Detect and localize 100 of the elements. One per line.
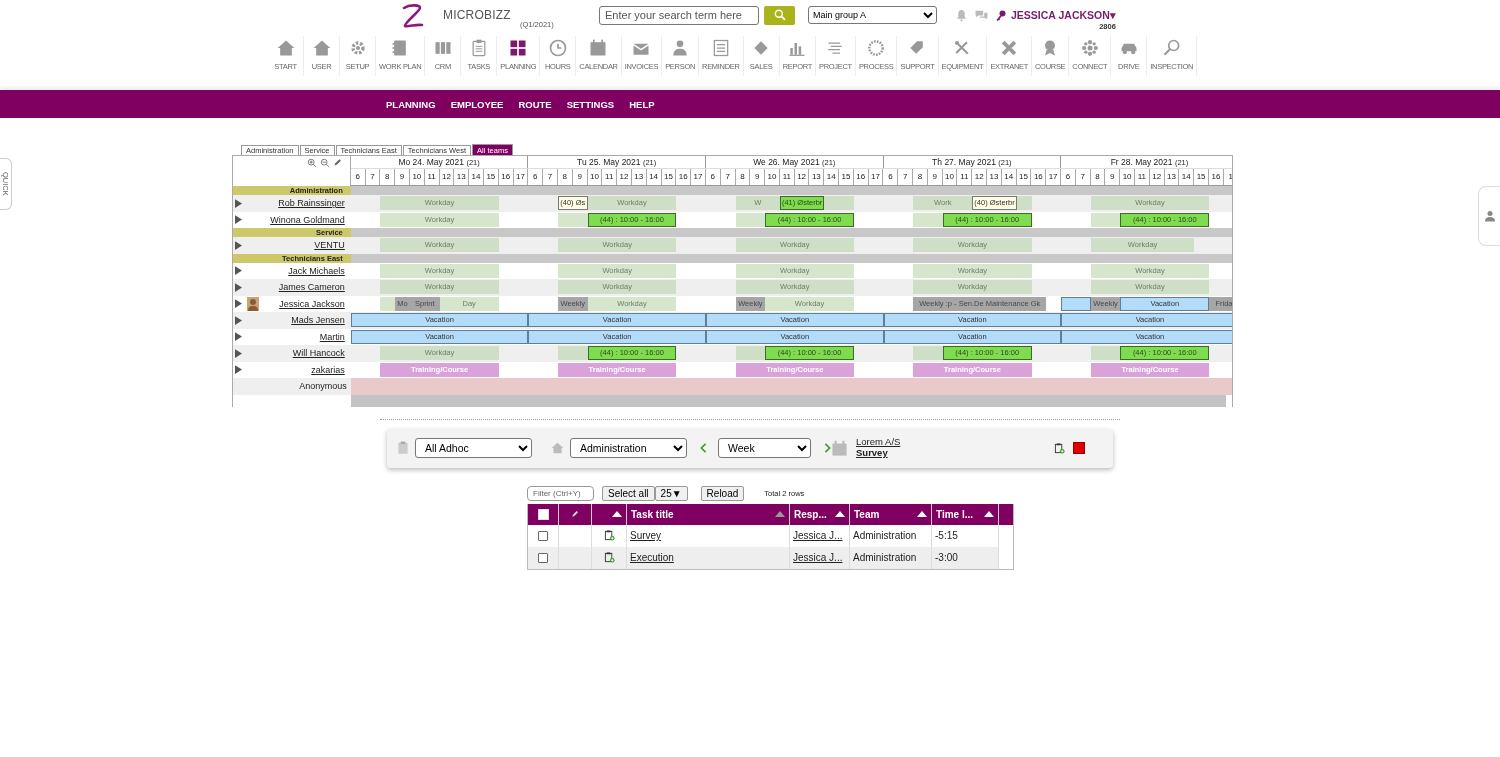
workday-block[interactable] — [1090, 212, 1121, 227]
expand-icon[interactable] — [235, 198, 242, 208]
vacation-block[interactable] — [1061, 296, 1091, 311]
zoom-out-icon[interactable] — [319, 158, 330, 168]
hour-label: 16 — [676, 169, 692, 185]
hour-label: 1 — [1223, 169, 1232, 185]
hour-label: 8 — [557, 169, 573, 185]
filter-field[interactable]: Filter (Ctrl+Y) — [527, 486, 594, 501]
expand-icon[interactable] — [235, 282, 242, 292]
sort-arrow-icon[interactable] — [984, 511, 994, 517]
select-all-checkbox[interactable] — [537, 508, 549, 520]
clipboard-add-icon[interactable] — [603, 551, 615, 564]
clipboard-add-icon[interactable] — [603, 529, 615, 542]
pencil-icon[interactable] — [332, 158, 342, 167]
expand-icon[interactable] — [235, 215, 242, 225]
hour-label: 16 — [1031, 169, 1047, 185]
task-link[interactable]: Survey — [856, 447, 901, 458]
expand-icon[interactable] — [235, 315, 242, 325]
name-link[interactable]: James Cameron — [278, 282, 345, 293]
time-cell: -5:15 — [935, 530, 958, 541]
hour-label: 16 — [853, 169, 869, 185]
user-menu[interactable]: JESSICA JACKSON▾ — [1011, 9, 1116, 21]
hour-label: 11 — [602, 169, 618, 185]
clipboard-add-icon[interactable] — [1054, 441, 1065, 455]
employee-name: Anonymous — [299, 381, 347, 392]
page-size-button[interactable]: 25▼ — [654, 486, 688, 501]
name-link[interactable]: Jessica Jackson — [279, 298, 345, 309]
hour-label: 6 — [883, 169, 899, 185]
sort-arrow-icon[interactable] — [835, 511, 845, 517]
column-header[interactable]: Time l... — [936, 508, 974, 520]
sort-arrow-icon[interactable] — [612, 511, 622, 517]
nav-link[interactable]: ROUTE — [518, 98, 552, 110]
nav-link[interactable]: SETTINGS — [566, 98, 615, 110]
search-field[interactable]: Enter your search term here — [599, 5, 759, 25]
row-checkbox[interactable] — [538, 530, 548, 541]
hour-label: 7 — [898, 169, 914, 185]
side-tab[interactable] — [1478, 186, 1500, 246]
task-link[interactable]: Execution — [630, 552, 674, 563]
column-header[interactable]: Task title — [631, 508, 674, 520]
logo-icon[interactable] — [400, 3, 426, 29]
column-header[interactable]: Team — [854, 508, 880, 520]
expand-icon[interactable] — [235, 266, 242, 276]
workday-block[interactable] — [735, 212, 766, 227]
name-link[interactable]: Rob Rainssinger — [278, 198, 345, 209]
hour-label: 17 — [1046, 169, 1062, 185]
responsible-link[interactable]: Jessica J... — [793, 530, 843, 541]
name-link[interactable]: Jack Michaels — [288, 265, 345, 276]
type-select[interactable]: All Adhoc — [415, 438, 532, 458]
sort-arrow-icon[interactable] — [917, 511, 927, 517]
time-cell: -3:00 — [935, 552, 958, 563]
task-link[interactable]: Survey — [630, 530, 662, 541]
reload-button[interactable]: Reload — [700, 486, 745, 501]
period-select[interactable]: Week — [718, 438, 811, 458]
nav-link[interactable]: HELP — [629, 98, 655, 110]
hour-label: 15 — [1016, 169, 1032, 185]
hour-label: 15 — [661, 169, 677, 185]
name-link[interactable]: Winona Goldmand — [270, 214, 345, 225]
nav-link[interactable]: EMPLOYEE — [450, 98, 504, 110]
select-all-button[interactable]: Select all — [602, 486, 655, 501]
column-header[interactable]: Resp... — [794, 508, 827, 520]
workday-block[interactable] — [1090, 346, 1121, 360]
clipboard-icon — [396, 440, 410, 456]
row-checkbox[interactable] — [538, 552, 548, 563]
hour-label: 8 — [380, 169, 396, 185]
hour-label: 7 — [720, 169, 736, 185]
nav-link[interactable]: PLANNING — [386, 98, 436, 110]
zoom-in-icon[interactable] — [306, 158, 317, 168]
team-cell: Administration — [853, 552, 917, 563]
name-link[interactable]: VENTU — [314, 240, 345, 251]
name-link[interactable]: zakarias — [311, 364, 345, 375]
customer-link[interactable]: Lorem A/S — [856, 436, 901, 447]
expand-icon[interactable] — [235, 240, 242, 250]
flower-icon — [1079, 38, 1100, 58]
hour-label: 15 — [839, 169, 854, 185]
responsible-link[interactable]: Jessica J... — [793, 552, 843, 563]
hour-label: 13 — [1164, 169, 1180, 185]
hour-label: 17 — [691, 169, 706, 185]
hour-label: 7 — [543, 169, 558, 185]
clock-icon — [547, 38, 568, 58]
hour-label: 14 — [824, 169, 840, 185]
name-link[interactable]: Mads Jensen — [291, 315, 345, 326]
hour-label: 13 — [809, 169, 825, 185]
team-select[interactable]: Administration — [570, 438, 687, 458]
name-link[interactable]: Will Hancock — [292, 348, 345, 359]
hour-label: 9 — [1105, 169, 1121, 185]
workday-block[interactable] — [735, 346, 766, 360]
hour-label: 14 — [646, 169, 662, 185]
hour-label: 11 — [957, 169, 973, 185]
expand-icon[interactable] — [235, 332, 242, 342]
expand-icon[interactable] — [235, 365, 242, 375]
chevron-left-icon[interactable] — [700, 443, 707, 453]
hour-label: 15 — [483, 169, 499, 185]
hour-label: 10 — [1120, 169, 1135, 185]
expand-icon[interactable] — [235, 299, 242, 309]
group-select[interactable]: Main group A — [808, 6, 937, 24]
hour-label: 10 — [587, 169, 603, 185]
chevron-right-icon[interactable] — [824, 443, 831, 453]
name-link[interactable]: Martin — [319, 331, 345, 342]
expand-icon[interactable] — [235, 348, 242, 358]
key-icon[interactable] — [995, 8, 1007, 22]
